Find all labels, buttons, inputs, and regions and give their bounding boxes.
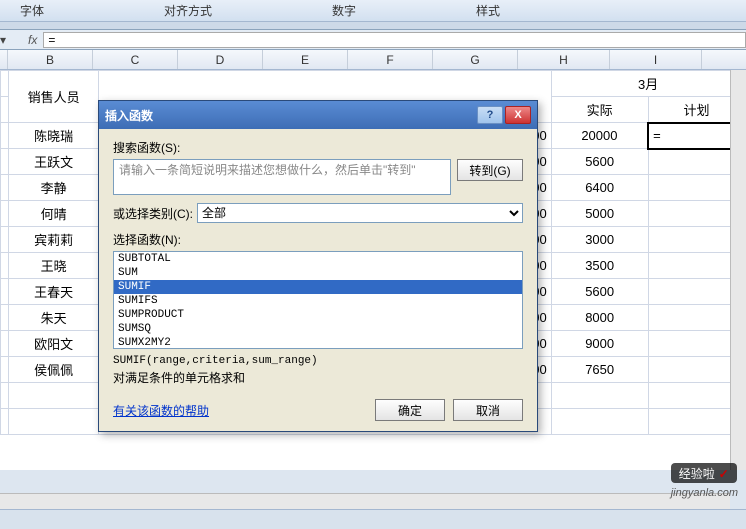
search-label: 搜索函数(S):: [113, 139, 523, 156]
col-header[interactable]: H: [518, 50, 610, 69]
ribbon-style[interactable]: 样式: [476, 2, 500, 19]
ok-button[interactable]: 确定: [375, 399, 445, 421]
fx-icon[interactable]: fx: [28, 33, 37, 47]
cell-name[interactable]: 宾莉莉: [9, 227, 99, 253]
help-link[interactable]: 有关该函数的帮助: [113, 402, 367, 419]
search-input[interactable]: 请输入一条简短说明来描述您想做什么，然后单击"转到": [113, 159, 451, 195]
cell-name[interactable]: 陈晓瑞: [9, 123, 99, 149]
name-box-arrow[interactable]: ▾: [0, 33, 6, 47]
ribbon-font[interactable]: 字体: [20, 2, 44, 19]
cell-h[interactable]: 5600: [551, 279, 648, 305]
cell-h[interactable]: 3500: [551, 253, 648, 279]
vertical-scrollbar[interactable]: [730, 70, 746, 470]
col-header[interactable]: C: [93, 50, 178, 69]
function-item[interactable]: SUM: [114, 266, 522, 280]
cell-name[interactable]: 侯佩佩: [9, 357, 99, 383]
col-header[interactable]: B: [8, 50, 93, 69]
function-item[interactable]: SUMPRODUCT: [114, 308, 522, 322]
function-item[interactable]: SUMSQ: [114, 322, 522, 336]
ribbon-align[interactable]: 对齐方式: [164, 2, 212, 19]
formula-bar: ▾ fx =: [0, 30, 746, 50]
dialog-help-button[interactable]: ?: [477, 106, 503, 124]
function-item[interactable]: SUMIF: [114, 280, 522, 294]
function-explain: 对满足条件的单元格求和: [113, 369, 523, 386]
cell-name[interactable]: 王春天: [9, 279, 99, 305]
col-header[interactable]: D: [178, 50, 263, 69]
cell-h[interactable]: 20000: [551, 123, 648, 149]
cell-name[interactable]: 王跃文: [9, 149, 99, 175]
cell-h[interactable]: 7650: [551, 357, 648, 383]
ribbon-bar: 字体 对齐方式 数字 样式: [0, 0, 746, 22]
go-button[interactable]: 转到(G): [457, 159, 523, 181]
cell-name[interactable]: 王晓: [9, 253, 99, 279]
function-item[interactable]: SUBTOTAL: [114, 252, 522, 266]
ribbon-number[interactable]: 数字: [332, 2, 356, 19]
dialog-title: 插入函数: [105, 107, 475, 124]
cell-name[interactable]: 李静: [9, 175, 99, 201]
col-header[interactable]: I: [610, 50, 702, 69]
dialog-close-button[interactable]: X: [505, 106, 531, 124]
formula-input[interactable]: =: [43, 32, 746, 48]
status-bar: [0, 509, 746, 529]
cell-month[interactable]: 3月: [551, 71, 745, 97]
function-listbox[interactable]: SUBTOTALSUMSUMIFSUMIFSSUMPRODUCTSUMSQSUM…: [113, 251, 523, 349]
cell-sub-h[interactable]: 实际: [551, 97, 648, 123]
dialog-titlebar[interactable]: 插入函数 ? X: [99, 101, 537, 129]
cell-h[interactable]: 6400: [551, 175, 648, 201]
watermark: 经验啦 ✓ jingyanla.com: [671, 465, 738, 501]
category-label: 或选择类别(C):: [113, 205, 193, 222]
insert-function-dialog: 插入函数 ? X 搜索函数(S): 请输入一条简短说明来描述您想做什么，然后单击…: [98, 100, 538, 432]
function-list-label: 选择函数(N):: [113, 231, 523, 248]
col-header[interactable]: G: [433, 50, 518, 69]
category-select[interactable]: 全部: [197, 203, 523, 223]
col-header[interactable]: F: [348, 50, 433, 69]
function-signature: SUMIF(range,criteria,sum_range): [113, 355, 523, 367]
function-item[interactable]: SUMIFS: [114, 294, 522, 308]
cancel-button[interactable]: 取消: [453, 399, 523, 421]
cell-name[interactable]: 朱天: [9, 305, 99, 331]
cell-h[interactable]: 8000: [551, 305, 648, 331]
cell-h[interactable]: 5000: [551, 201, 648, 227]
cell-name[interactable]: 何晴: [9, 201, 99, 227]
toolbar-spacer: [0, 22, 746, 30]
col-header[interactable]: E: [263, 50, 348, 69]
cell-h[interactable]: 9000: [551, 331, 648, 357]
cell-h[interactable]: 3000: [551, 227, 648, 253]
column-headers: B C D E F G H I: [0, 50, 746, 70]
function-item[interactable]: SUMX2MY2: [114, 336, 522, 349]
cell-h[interactable]: 5600: [551, 149, 648, 175]
cell-header[interactable]: 销售人员: [9, 71, 99, 123]
horizontal-scrollbar[interactable]: [0, 493, 730, 509]
cell-name[interactable]: 欧阳文: [9, 331, 99, 357]
